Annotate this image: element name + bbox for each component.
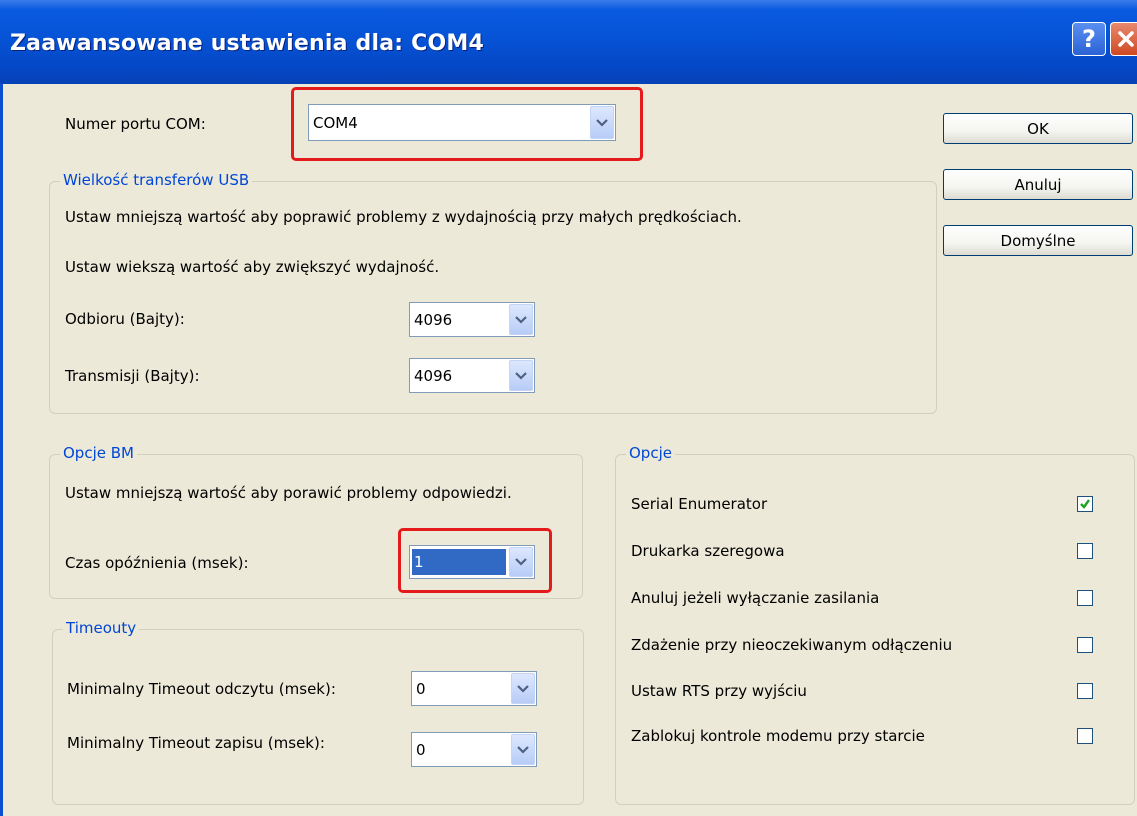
com-port-label: Numer portu COM: <box>65 115 206 133</box>
title-bar[interactable]: Zaawansowane ustawienia dla: COM4 ? <box>0 0 1137 84</box>
usb-hint-large: Ustaw wiekszą wartość aby zwiększyć wyda… <box>65 258 440 276</box>
transmit-size-select[interactable]: 4096 <box>409 358 535 393</box>
write-timeout-dropdown-button[interactable] <box>511 734 535 765</box>
receive-label: Odbioru (Bajty): <box>65 310 185 328</box>
write-timeout-label: Minimalny Timeout zapisu (msek): <box>67 734 325 752</box>
chevron-down-icon <box>515 558 527 566</box>
timeouts-group: Timeouty <box>52 619 584 805</box>
chevron-down-icon <box>517 684 529 693</box>
checkbox-serial-enumerator[interactable] <box>1077 496 1093 512</box>
write-timeout-value: 0 <box>416 740 426 759</box>
cancel-button[interactable]: Anuluj <box>943 169 1133 200</box>
transmit-size-value: 4096 <box>414 366 453 385</box>
usb-hint-small: Ustaw mniejszą wartość aby poprawić prob… <box>65 208 742 226</box>
option-label-disable-modem-ctrl: Zablokuj kontrole modemu przy starcie <box>631 727 925 745</box>
com-port-dropdown-button[interactable] <box>590 106 614 139</box>
options-title: Opcje <box>626 444 675 462</box>
usb-transfer-title: Wielkość transferów USB <box>60 171 253 189</box>
com-port-value: COM4 <box>313 113 358 132</box>
checkbox-cancel-power-off[interactable] <box>1077 590 1093 606</box>
cancel-button-label: Anuluj <box>1014 175 1062 194</box>
receive-dropdown-button[interactable] <box>509 304 533 335</box>
latency-value: 1 <box>412 549 506 575</box>
dialog-body: Numer portu COM: COM4 OK Anuluj Domyślne… <box>0 84 1137 816</box>
read-timeout-dropdown-button[interactable] <box>511 673 535 704</box>
chevron-down-icon <box>515 315 527 324</box>
read-timeout-value: 0 <box>416 679 426 698</box>
transmit-label: Transmisji (Bajty): <box>65 367 200 385</box>
latency-dropdown-button[interactable] <box>509 547 533 577</box>
option-label-set-rts-on-close: Ustaw RTS przy wyjściu <box>631 682 807 700</box>
option-label-surprise-removal: Zdażenie przy nieoczekiwanym odłączeniu <box>631 636 953 654</box>
ok-button[interactable]: OK <box>943 113 1133 144</box>
checkbox-disable-modem-ctrl[interactable] <box>1077 728 1093 744</box>
defaults-button[interactable]: Domyślne <box>943 225 1133 256</box>
receive-size-value: 4096 <box>414 310 453 329</box>
checkbox-surprise-removal[interactable] <box>1077 637 1093 653</box>
close-icon <box>1117 31 1134 47</box>
chevron-down-icon <box>596 118 608 127</box>
chevron-down-icon <box>517 745 529 754</box>
help-icon: ? <box>1082 25 1096 53</box>
chevron-down-icon <box>515 371 527 380</box>
write-timeout-select[interactable]: 0 <box>411 732 537 767</box>
check-icon <box>1080 499 1090 509</box>
option-label-serial-printer: Drukarka szeregowa <box>631 542 785 560</box>
receive-size-select[interactable]: 4096 <box>409 302 535 337</box>
transmit-dropdown-button[interactable] <box>509 360 533 391</box>
bm-options-title: Opcje BM <box>60 444 137 462</box>
option-label-serial-enumerator: Serial Enumerator <box>631 495 768 513</box>
read-timeout-select[interactable]: 0 <box>411 671 537 706</box>
latency-label: Czas opóźnienia (msek): <box>65 554 249 572</box>
help-button[interactable]: ? <box>1072 22 1106 56</box>
read-timeout-label: Minimalny Timeout odczytu (msek): <box>67 680 336 698</box>
ok-button-label: OK <box>1027 119 1049 138</box>
defaults-button-label: Domyślne <box>1000 231 1076 250</box>
dialog-window: Zaawansowane ustawienia dla: COM4 ? Nume… <box>0 0 1137 816</box>
com-port-select[interactable]: COM4 <box>308 104 616 141</box>
bm-hint: Ustaw mniejszą wartość aby porawić probl… <box>65 484 512 502</box>
latency-select[interactable]: 1 <box>409 545 535 579</box>
timeouts-title: Timeouty <box>63 619 140 637</box>
close-button[interactable] <box>1110 22 1137 56</box>
checkbox-serial-printer[interactable] <box>1077 543 1093 559</box>
window-title: Zaawansowane ustawienia dla: COM4 <box>10 31 484 56</box>
checkbox-set-rts-on-close[interactable] <box>1077 683 1093 699</box>
option-label-cancel-power-off: Anuluj jeżeli wyłączanie zasilania <box>631 589 880 607</box>
